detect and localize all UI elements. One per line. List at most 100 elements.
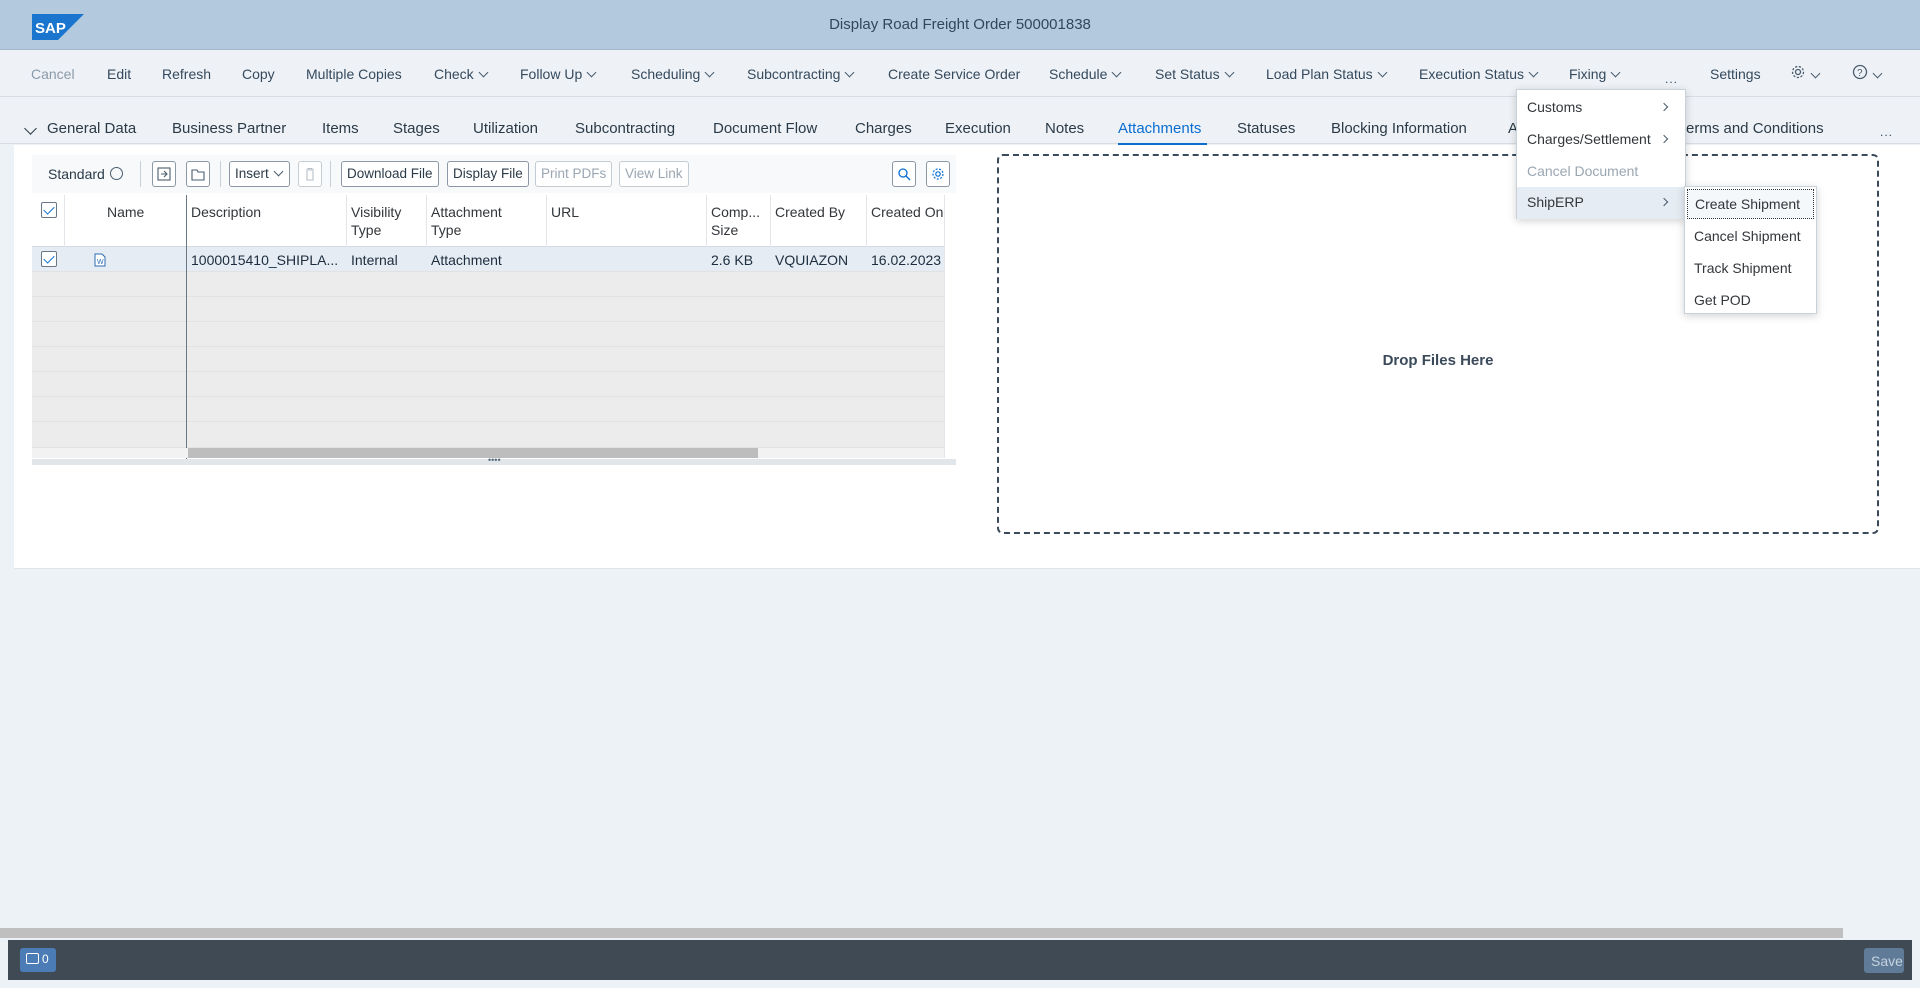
delete-button[interactable] [298,161,322,187]
menu-item-customs[interactable]: Customs [1517,92,1685,124]
display-file-button[interactable]: Display File [447,161,529,187]
menu-item-shiperp[interactable]: ShipERP [1517,187,1685,219]
visibility-line-1: Visibility [351,204,402,220]
column-header-created-on[interactable]: Created On [871,203,943,221]
shiperp-label: ShipERP [1527,194,1584,210]
column-divider [346,195,347,247]
menu-item-cancel-shipment[interactable]: Cancel Shipment [1685,221,1816,251]
tab-notes[interactable]: Notes [1045,120,1084,137]
page-title: Display Road Freight Order 500001838 [829,16,1091,33]
copy-button[interactable]: Copy [242,66,275,82]
scheduling-menu-button[interactable]: Scheduling [631,66,715,82]
view-link-button[interactable]: View Link [619,161,689,187]
personalize-menu-button[interactable] [1790,64,1821,83]
fixing-menu-button[interactable]: Fixing [1569,66,1621,82]
column-header-attachment-type[interactable]: Attachment Type [431,203,502,239]
menu-item-track-shipment[interactable]: Track Shipment [1685,253,1816,283]
settings-button[interactable]: Settings [1710,66,1761,82]
toolbar-separator [140,161,141,187]
tab-attachments[interactable]: Attachments [1118,120,1201,137]
expand-node-button[interactable] [152,161,176,187]
gear-icon [932,168,944,180]
insert-menu-button[interactable]: Insert [229,161,290,187]
column-divider [706,195,707,247]
follow-up-menu-button[interactable]: Follow Up [520,66,597,82]
tab-business-partner[interactable]: Business Partner [172,120,286,137]
column-divider [866,195,867,247]
schedule-menu-button[interactable]: Schedule [1049,66,1122,82]
gear-icon [1791,65,1805,79]
save-button[interactable]: Save [1864,948,1904,973]
select-all-checkbox[interactable] [41,202,57,218]
tab-document-flow[interactable]: Document Flow [713,120,817,137]
chevron-right-icon [1659,197,1669,207]
chevron-down-icon [844,67,855,78]
toolbar-overflow-button[interactable]: ... [1665,72,1678,86]
menu-item-charges-settlement[interactable]: Charges/Settlement [1517,124,1685,156]
column-header-visibility-type[interactable]: Visibility Type [351,203,401,239]
attachment-type-line-2: Type [431,222,462,238]
tab-utilization[interactable]: Utilization [473,120,538,137]
tab-execution[interactable]: Execution [945,120,1011,137]
tab-stages[interactable]: Stages [393,120,440,137]
page-horizontal-scrollbar[interactable] [0,928,1843,938]
tab-terms-and-conditions[interactable]: erms and Conditions [1686,120,1824,137]
cell-created-on: 16.02.2023 [871,252,942,268]
tab-charges[interactable]: Charges [855,120,912,137]
column-header-name[interactable]: Name [107,203,144,221]
column-header-compressed-size[interactable]: Comp... Size [711,203,760,239]
horizontal-scrollbar-thumb[interactable] [188,448,758,458]
tabs-overflow-button[interactable]: ... [1880,125,1893,139]
set-status-label: Set Status [1155,66,1220,82]
edit-button[interactable]: Edit [107,66,131,82]
load-plan-status-menu-button[interactable]: Load Plan Status [1266,66,1388,82]
insert-label: Insert [235,166,269,181]
menu-item-cancel-document[interactable]: Cancel Document [1517,156,1685,188]
set-status-menu-button[interactable]: Set Status [1155,66,1235,82]
cancel-button[interactable]: Cancel [31,66,75,82]
chevron-down-icon [1111,67,1122,78]
tab-statuses[interactable]: Statuses [1237,120,1295,137]
comp-size-line-1: Comp... [711,204,761,220]
tab-subcontracting[interactable]: Subcontracting [575,120,675,137]
chevron-down-icon [1224,67,1235,78]
print-pdfs-button[interactable]: Print PDFs [535,161,613,187]
table-row[interactable]: W 1000015410_SHIPLA... Internal Attachme… [32,247,944,272]
more-actions-menu: Customs Charges/Settlement Cancel Docume… [1516,89,1686,219]
toolbar-separator [220,161,221,187]
column-header-created-by[interactable]: Created By [775,203,845,221]
cell-description: 1000015410_SHIPLA... [191,252,339,268]
create-service-order-button[interactable]: Create Service Order [888,66,1020,82]
resize-grip-icon: •••• [488,455,501,465]
refresh-button[interactable]: Refresh [162,66,211,82]
search-button[interactable] [892,161,916,187]
word-document-icon[interactable]: W [92,252,108,268]
column-header-url[interactable]: URL [551,203,579,221]
drop-zone-label: Drop Files Here [1382,352,1494,369]
subcontracting-menu-button[interactable]: Subcontracting [747,66,855,82]
check-menu-button[interactable]: Check [434,66,489,82]
tab-items[interactable]: Items [322,120,359,137]
cell-created-by: VQUIAZON [775,252,849,268]
menu-item-create-shipment[interactable]: Create Shipment [1687,189,1814,219]
variant-selector[interactable]: Standard [48,166,105,182]
table-row-empty [32,397,944,422]
help-menu-button[interactable]: ? [1852,64,1883,83]
toolbar-separator [330,161,331,187]
variant-dropdown-icon[interactable] [110,167,123,180]
download-file-button[interactable]: Download File [341,161,439,187]
fixed-column-divider [186,195,187,460]
tab-blocking-information[interactable]: Blocking Information [1331,120,1467,137]
column-divider [770,195,771,247]
row-checkbox[interactable] [41,251,57,267]
chevron-down-icon [704,67,715,78]
menu-item-get-pod[interactable]: Get POD [1685,285,1816,315]
collapse-node-button[interactable] [186,161,210,187]
multiple-copies-button[interactable]: Multiple Copies [306,66,402,82]
table-vertical-scroll-area[interactable] [944,195,956,458]
chevron-down-icon [1528,67,1539,78]
column-header-description[interactable]: Description [191,203,261,221]
tab-general-data[interactable]: General Data [47,120,136,137]
table-settings-button[interactable] [926,161,950,187]
execution-status-menu-button[interactable]: Execution Status [1419,66,1539,82]
